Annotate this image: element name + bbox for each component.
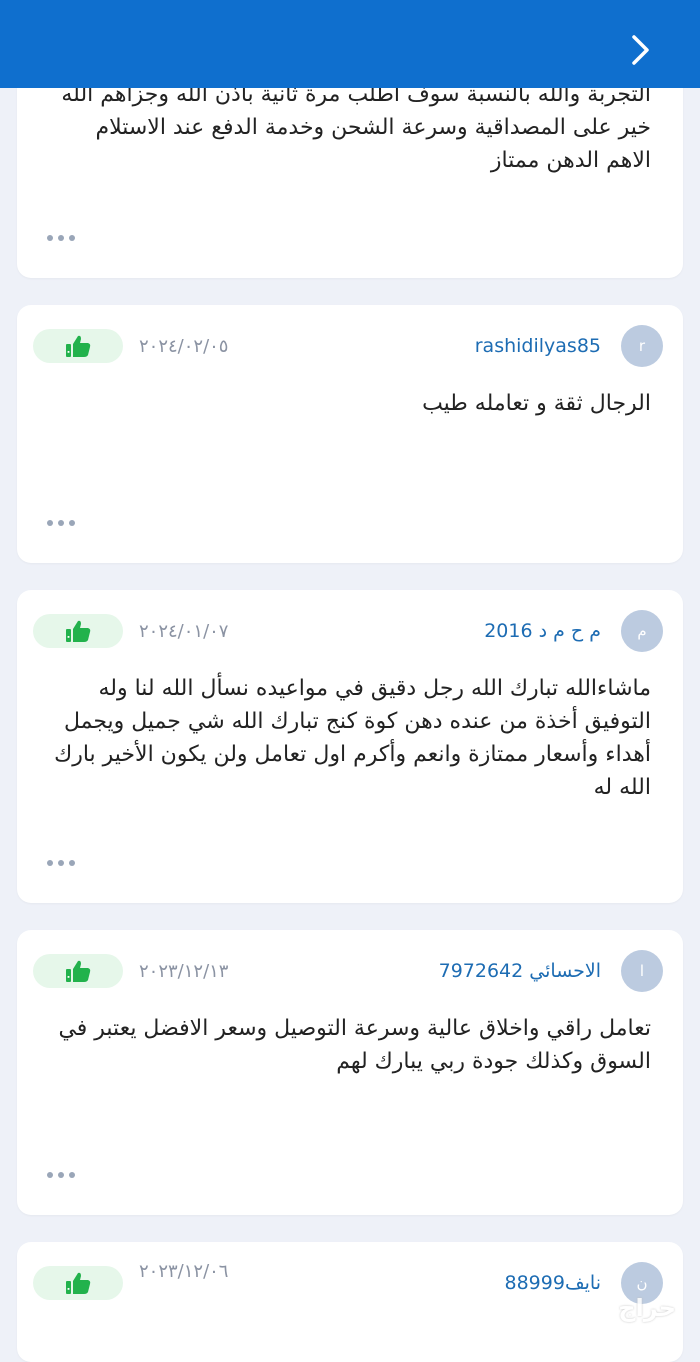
review-text: تعامل راقي واخلاق عالية وسرعة التوصيل وس…	[58, 1016, 651, 1074]
top-app-bar	[0, 0, 700, 88]
avatar: ا	[621, 950, 663, 992]
review-username[interactable]: م ح م د 2016	[484, 620, 601, 642]
more-dots-icon[interactable]	[47, 520, 75, 526]
like-button[interactable]	[33, 1266, 123, 1300]
review-card: ن نايف88999 ٢٠٢٣/١٢/٠٦	[17, 1242, 683, 1362]
review-username[interactable]: الاحسائي 7972642	[439, 960, 601, 982]
review-text: الرجال ثقة و تعامله طيب	[422, 391, 651, 416]
thumbs-up-icon	[66, 960, 91, 982]
like-button[interactable]	[33, 614, 123, 648]
like-button[interactable]	[33, 329, 123, 363]
review-date: ٢٠٢٣/١٢/٠٦	[139, 1261, 229, 1282]
review-text: ماشاءالله تبارك الله رجل دقيق في مواعيده…	[54, 676, 651, 800]
back-button[interactable]	[620, 30, 660, 70]
chevron-right-icon	[632, 35, 649, 65]
review-date: ٢٠٢٣/١٢/١٣	[139, 961, 229, 982]
more-dots-icon[interactable]	[47, 1172, 75, 1178]
more-dots-icon[interactable]	[47, 860, 75, 866]
watermark-logo: حراج	[618, 1294, 676, 1322]
review-username[interactable]: نايف88999	[505, 1272, 602, 1294]
review-card: r rashidilyas85 ٢٠٢٤/٠٢/٠٥ الرجال ثقة و …	[17, 305, 683, 563]
review-text: التجربة والله بالنسبة سوف اطلب مرة ثانية…	[61, 82, 651, 173]
review-date: ٢٠٢٤/٠٢/٠٥	[139, 336, 229, 357]
more-dots-icon[interactable]	[47, 235, 75, 241]
like-button[interactable]	[33, 954, 123, 988]
avatar: r	[621, 325, 663, 367]
thumbs-up-icon	[66, 335, 91, 357]
review-card: ا الاحسائي 7972642 ٢٠٢٣/١٢/١٣ تعامل راقي…	[17, 930, 683, 1215]
review-username[interactable]: rashidilyas85	[475, 335, 601, 357]
review-date: ٢٠٢٤/٠١/٠٧	[139, 621, 229, 642]
thumbs-up-icon	[66, 620, 91, 642]
thumbs-up-icon	[66, 1272, 91, 1294]
avatar: م	[621, 610, 663, 652]
review-card: م م ح م د 2016 ٢٠٢٤/٠١/٠٧ ماشاءالله تبار…	[17, 590, 683, 903]
